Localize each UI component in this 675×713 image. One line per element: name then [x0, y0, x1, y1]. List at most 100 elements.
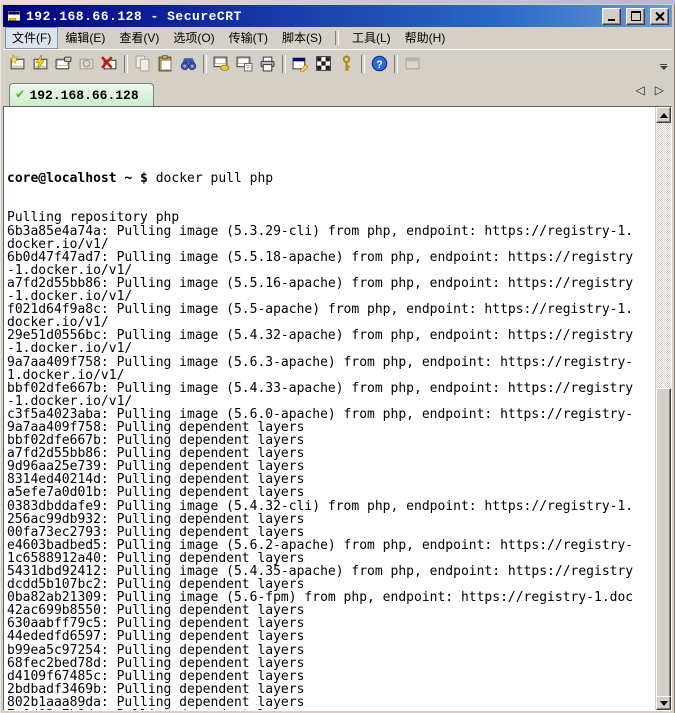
whats-this-icon [404, 55, 421, 72]
tab-scroll-right-icon[interactable]: ▷ [655, 83, 664, 97]
terminal-line: e4603badbed5: Pulling image (5.6.2-apach… [7, 539, 655, 552]
toolbar-overflow-icon [660, 64, 667, 65]
menu-help[interactable]: 帮助(H) [398, 27, 453, 49]
toolbar-overflow-button[interactable] [658, 63, 669, 74]
title-bar: 192.168.66.128 - SecureCRT [3, 5, 672, 27]
copy-button[interactable] [131, 53, 154, 75]
session-tab-label: 192.168.66.128 [29, 88, 138, 103]
print-icon [259, 55, 276, 72]
session-log-button[interactable] [210, 53, 233, 75]
session-options-button[interactable] [289, 53, 312, 75]
minimize-icon [608, 19, 615, 21]
quick-connect-icon [32, 55, 49, 72]
window-title: 192.168.66.128 - SecureCRT [26, 9, 242, 24]
session-tab[interactable]: ✔ 192.168.66.128 [9, 83, 154, 106]
terminal-line: 00fa73ec2793: Pulling dependent layers [7, 526, 655, 539]
terminal-line: a5efe7a0d01b: Pulling dependent layers [7, 486, 655, 499]
new-session-icon [9, 55, 26, 72]
help-button[interactable]: ? [368, 53, 391, 75]
new-session-button[interactable] [6, 53, 29, 75]
terminal-line: Pulling repository php [7, 211, 655, 224]
scroll-down-button[interactable] [656, 696, 671, 710]
find-icon [180, 55, 197, 72]
terminal-line: 2bdbadf3469b: Pulling dependent layers [7, 683, 655, 696]
toolbar-separator [361, 55, 365, 73]
terminal-line: -1.docker.io/v1/ [7, 264, 655, 277]
menu-script[interactable]: 脚本(S) [275, 27, 329, 49]
quick-connect-button[interactable] [29, 53, 52, 75]
terminal-line: 7a0d03c7b9dc: Pulling dependent layers [7, 709, 655, 710]
reconnect-icon [78, 55, 95, 72]
maximize-button[interactable] [626, 8, 645, 25]
terminal-line: 1.docker.io/v1/ [7, 369, 655, 382]
global-options-icon [315, 55, 332, 72]
minimize-button[interactable] [602, 8, 621, 25]
keygen-wizard-button[interactable] [335, 53, 358, 75]
close-button[interactable] [650, 8, 669, 25]
whats-this-button[interactable] [401, 53, 424, 75]
terminal-line: -1.docker.io/v1/ [7, 395, 655, 408]
raw-log-button[interactable] [233, 53, 256, 75]
terminal-line: bbf02dfe667b: Pulling image (5.4.33-apac… [7, 382, 655, 395]
terminal-line: 68fec2bed78d: Pulling dependent layers [7, 657, 655, 670]
terminal-line: 256ac99db932: Pulling dependent layers [7, 513, 655, 526]
menu-tools[interactable]: 工具(L) [345, 27, 398, 49]
securecrt-window: 192.168.66.128 - SecureCRT 文件(F) 编辑(E) 查… [0, 4, 675, 713]
toolbar-separator [203, 55, 207, 73]
svg-text:?: ? [376, 59, 382, 71]
maximize-icon [631, 11, 641, 21]
toolbar: ? [3, 49, 672, 77]
toolbar-separator [282, 55, 286, 73]
app-icon[interactable] [6, 9, 22, 24]
toolbar-separator [124, 55, 128, 73]
scroll-up-icon [660, 113, 668, 118]
close-icon [655, 12, 664, 21]
terminal-line: c3f5a4023aba: Pulling image (5.6.0-apach… [7, 408, 655, 421]
session-log-icon [213, 55, 230, 72]
menu-edit[interactable]: 编辑(E) [58, 27, 112, 49]
connect-in-tab-icon [55, 55, 72, 72]
tab-bar: ✔ 192.168.66.128 ◁ ▷ [3, 77, 672, 106]
scroll-up-button[interactable] [656, 107, 671, 123]
terminal-screen[interactable]: core@localhost ~ $ docker pull php Pulli… [4, 107, 655, 710]
terminal-line: 0383dbddafe9: Pulling image (5.4.32-cli)… [7, 500, 655, 513]
reconnect-button[interactable] [75, 53, 98, 75]
terminal-output: Pulling repository php6b3a85e4a74a: Pull… [7, 211, 655, 710]
copy-icon [134, 55, 151, 72]
terminal-line: 9a7aa409f758: Pulling image (5.6.3-apach… [7, 356, 655, 369]
terminal-line: 6b3a85e4a74a: Pulling image (5.3.29-cli)… [7, 225, 655, 238]
print-button[interactable] [256, 53, 279, 75]
menu-bar: 文件(F) 编辑(E) 查看(V) 选项(O) 传输(T) 脚本(S) 工具(L… [3, 27, 672, 49]
connected-check-icon: ✔ [16, 88, 24, 102]
menu-view[interactable]: 查看(V) [112, 27, 166, 49]
scrollbar-thumb[interactable] [656, 388, 671, 698]
global-options-button[interactable] [312, 53, 335, 75]
shell-command: docker pull php [156, 171, 273, 186]
terminal-line: -1.docker.io/v1/ [7, 342, 655, 355]
terminal-line: 44ededfd6597: Pulling dependent layers [7, 630, 655, 643]
terminal-line: docker.io/v1/ [7, 238, 655, 251]
disconnect-icon [101, 55, 118, 72]
scroll-down-icon [660, 701, 668, 706]
key-icon [338, 55, 355, 72]
disconnect-button[interactable] [98, 53, 121, 75]
shell-prompt: core@localhost ~ $ [7, 171, 156, 186]
terminal-line: d4109f67485c: Pulling dependent layers [7, 670, 655, 683]
session-options-icon [292, 55, 309, 72]
connect-in-tab-button[interactable] [52, 53, 75, 75]
help-icon: ? [371, 55, 388, 72]
terminal-line: b99ea5c97254: Pulling dependent layers [7, 644, 655, 657]
vertical-scrollbar[interactable] [655, 107, 671, 710]
raw-log-icon [236, 55, 253, 72]
terminal-panel: core@localhost ~ $ docker pull php Pulli… [3, 106, 672, 711]
toolbar-separator [394, 55, 398, 73]
terminal-prompt-line: core@localhost ~ $ docker pull php [7, 172, 655, 185]
paste-icon [157, 55, 174, 72]
tab-scroll-left-icon[interactable]: ◁ [636, 83, 645, 97]
menu-transfer[interactable]: 传输(T) [222, 27, 275, 49]
find-button[interactable] [177, 53, 200, 75]
paste-button[interactable] [154, 53, 177, 75]
menu-file[interactable]: 文件(F) [5, 27, 58, 49]
menu-options[interactable]: 选项(O) [166, 27, 221, 49]
terminal-line: 6b0d47f47ad7: Pulling image (5.5.18-apac… [7, 251, 655, 264]
